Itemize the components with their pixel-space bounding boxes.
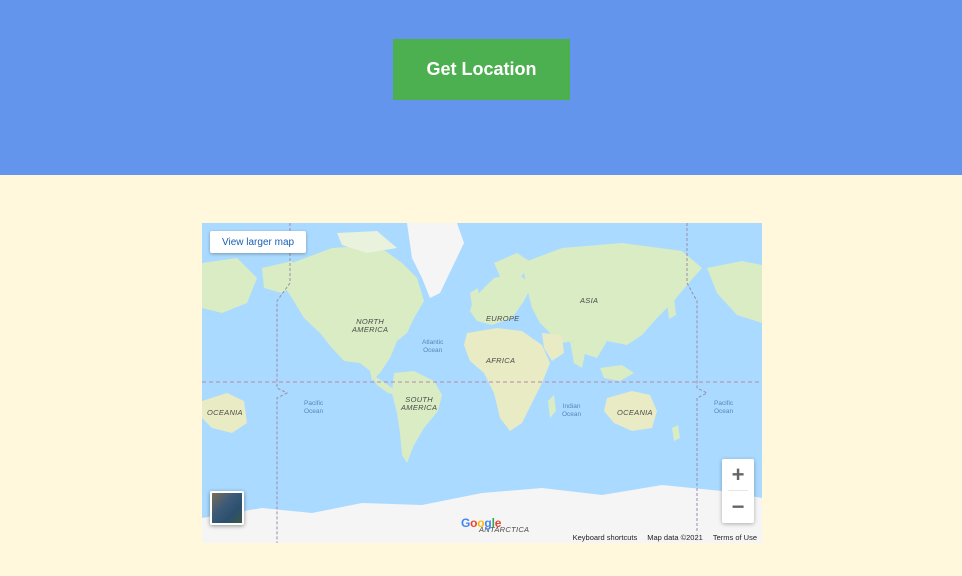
keyboard-shortcuts-link[interactable]: Keyboard shortcuts xyxy=(573,533,638,542)
map-embed[interactable]: View larger map NORTH AMERICA SOUTH AMERIC… xyxy=(202,223,762,543)
zoom-control: + − xyxy=(722,459,754,523)
label-asia: ASIA xyxy=(580,296,599,305)
map-footer: Keyboard shortcuts Map data ©2021 Terms … xyxy=(567,531,762,543)
view-larger-map-link[interactable]: View larger map xyxy=(210,231,307,253)
zoom-out-button[interactable]: − xyxy=(722,491,754,523)
get-location-button[interactable]: Get Location xyxy=(393,39,570,100)
world-map[interactable] xyxy=(202,223,762,543)
label-south-america: SOUTH AMERICA xyxy=(401,395,438,412)
label-europe: EUROPE xyxy=(486,314,520,323)
zoom-in-button[interactable]: + xyxy=(722,459,754,491)
map-data-attribution: Map data ©2021 xyxy=(647,532,703,542)
label-north-america: NORTH AMERICA xyxy=(352,317,389,334)
label-atlantic-ocean: Atlantic Ocean xyxy=(422,339,444,354)
google-logo: Google xyxy=(461,516,502,530)
label-oceania-left: OCEANIA xyxy=(207,408,243,417)
terms-of-use-link[interactable]: Terms of Use xyxy=(713,533,757,542)
satellite-map-type-button[interactable] xyxy=(210,491,244,525)
label-indian-ocean: Indian Ocean xyxy=(562,403,582,418)
label-oceania-right: OCEANIA xyxy=(617,408,653,417)
label-africa: AFRICA xyxy=(486,356,516,365)
label-pacific-ocean-right: Pacific Ocean xyxy=(714,400,734,415)
label-pacific-ocean-left: Pacific Ocean xyxy=(304,400,324,415)
header-bar: Get Location xyxy=(0,0,962,175)
